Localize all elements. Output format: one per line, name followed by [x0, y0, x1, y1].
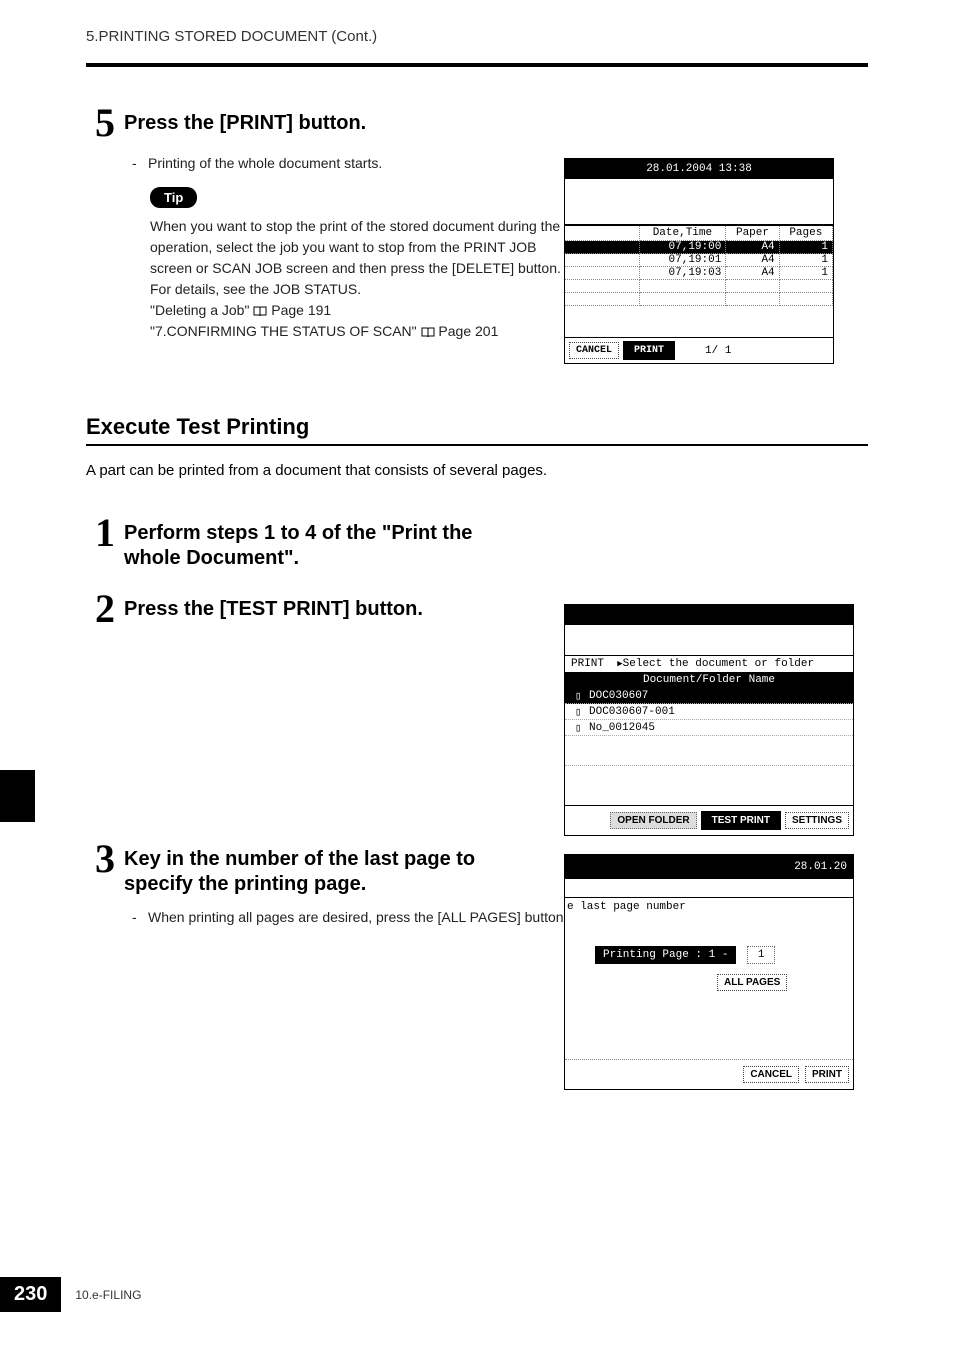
- cell-paper: A4: [726, 267, 779, 280]
- cell-dt: 07,19:03: [639, 267, 726, 280]
- tip-badge: Tip: [150, 187, 197, 208]
- step-number: 2: [86, 589, 124, 629]
- step-number: 3: [86, 839, 124, 879]
- table-row[interactable]: 07,19:03 A4 1: [565, 267, 833, 280]
- device-date: 28.01.20: [794, 861, 847, 873]
- device-prompt: PRINT ▶Select the document or folder: [565, 655, 853, 672]
- step-number: 5: [86, 103, 124, 143]
- page-indicator: 1/ 1: [705, 345, 731, 357]
- table-row: [565, 280, 833, 293]
- table-row: [565, 293, 833, 306]
- table-row[interactable]: 07,19:00 A4 1: [565, 241, 833, 254]
- cell-pages: 1: [779, 241, 832, 254]
- prompt-text: Select the document or folder: [623, 658, 814, 670]
- bullet-text: Printing of the whole document starts.: [148, 155, 382, 171]
- list-item[interactable]: ▯ DOC030607: [565, 688, 853, 704]
- chapter-label: 10.e-FILING: [75, 1288, 141, 1302]
- print-button[interactable]: PRINT: [805, 1066, 849, 1083]
- line-1: Key in the number of the last page to: [124, 848, 475, 870]
- test-print-button[interactable]: TEST PRINT: [701, 811, 781, 830]
- bullet-text: When printing all pages are desired, pre…: [148, 909, 567, 925]
- book-icon: [421, 323, 435, 344]
- step-number: 1: [86, 513, 124, 553]
- tip-paragraph: When you want to stop the print of the s…: [150, 216, 572, 300]
- ref-page: Page 201: [438, 323, 498, 339]
- page-footer: 230 10.e-FILING: [0, 1277, 141, 1312]
- section-title: Execute Test Printing: [86, 414, 868, 446]
- cell-pages: 1: [779, 267, 832, 280]
- document-icon: ▯: [571, 705, 585, 719]
- col-header: Document/Folder Name: [565, 672, 853, 688]
- printing-page-label: Printing Page : 1 -: [595, 946, 736, 964]
- list-item[interactable]: ▯ DOC030607-001: [565, 704, 853, 720]
- print-button[interactable]: PRINT: [623, 341, 675, 360]
- table-row[interactable]: 07,19:01 A4 1: [565, 254, 833, 267]
- device-hint: e last page number: [565, 897, 853, 916]
- col-paper: Paper: [726, 226, 779, 241]
- line-2: specify the printing page.: [124, 873, 366, 895]
- page-number: 230: [0, 1277, 61, 1312]
- col-datetime: Date,Time: [639, 226, 726, 241]
- printing-page-value[interactable]: 1: [747, 946, 776, 964]
- cancel-button[interactable]: CANCEL: [569, 342, 619, 359]
- step-5: 5 Press the [PRINT] button.: [86, 103, 868, 143]
- device-footer: OPEN FOLDER TEST PRINT SETTINGS: [565, 805, 853, 835]
- job-table: Date,Time Paper Pages 07,19:00 A4 1 07,1…: [565, 225, 833, 306]
- doc-name: DOC030607: [589, 690, 648, 702]
- doc-name: No_0012045: [589, 722, 655, 734]
- device-datetime: 28.01.2004 13:38: [565, 159, 833, 179]
- ref-text: "7.CONFIRMING THE STATUS OF SCAN": [150, 323, 417, 339]
- prompt-prefix: PRINT: [571, 658, 604, 670]
- tip-ref-2: "7.CONFIRMING THE STATUS OF SCAN" Page 2…: [150, 321, 572, 342]
- settings-button[interactable]: SETTINGS: [785, 812, 849, 829]
- ref-page: Page 191: [271, 302, 331, 318]
- bullet: -Printing of the whole document starts.: [150, 155, 572, 171]
- cell-paper: A4: [726, 254, 779, 267]
- cell-pages: 1: [779, 254, 832, 267]
- device-footer: CANCEL PRINT: [565, 1059, 853, 1089]
- doc-name: DOC030607-001: [589, 706, 675, 718]
- document-icon: ▯: [571, 721, 585, 735]
- line-1: Perform steps 1 to 4 of the "Print the: [124, 522, 472, 544]
- device-screen-print-list: 28.01.2004 13:38 Date,Time Paper Pages 0…: [564, 158, 834, 364]
- step-3-body: -When printing all pages are desired, pr…: [132, 909, 572, 925]
- step-title: Perform steps 1 to 4 of the "Print the w…: [124, 513, 472, 571]
- device-screen-test-print: 28.01.20 e last page number Printing Pag…: [564, 854, 854, 1090]
- bullet: -When printing all pages are desired, pr…: [150, 909, 572, 925]
- col-spacer: [565, 226, 639, 241]
- device-screen-doc-list: PRINT ▶Select the document or folder Doc…: [564, 604, 854, 836]
- header-rule: [86, 63, 868, 67]
- book-icon: [253, 302, 267, 323]
- col-pages: Pages: [779, 226, 832, 241]
- step-1: 1 Perform steps 1 to 4 of the "Print the…: [86, 513, 868, 571]
- step-5-body: -Printing of the whole document starts. …: [132, 155, 572, 342]
- cell-paper: A4: [726, 241, 779, 254]
- step-title: Key in the number of the last page to sp…: [124, 839, 475, 897]
- list-item[interactable]: ▯ No_0012045: [565, 720, 853, 736]
- device-header-band: 28.01.20: [565, 855, 853, 879]
- step-title: Press the [TEST PRINT] button.: [124, 589, 423, 622]
- line-2: whole Document".: [124, 547, 299, 569]
- all-pages-button[interactable]: ALL PAGES: [717, 974, 787, 991]
- running-header: 5.PRINTING STORED DOCUMENT (Cont.): [0, 0, 954, 45]
- cell-dt: 07,19:00: [639, 241, 726, 254]
- tip-ref-1: "Deleting a Job" Page 191: [150, 300, 572, 321]
- open-folder-button[interactable]: OPEN FOLDER: [610, 812, 696, 829]
- ref-text: "Deleting a Job": [150, 302, 249, 318]
- cancel-button[interactable]: CANCEL: [743, 1066, 799, 1083]
- device-header-band: [565, 605, 853, 625]
- document-icon: ▯: [571, 689, 585, 703]
- section-intro: A part can be printed from a document th…: [86, 462, 868, 479]
- device-footer: CANCEL PRINT 1/ 1: [565, 337, 833, 363]
- step-title: Press the [PRINT] button.: [124, 103, 366, 136]
- side-tab: [0, 770, 35, 822]
- list-item: [565, 736, 853, 766]
- cell-dt: 07,19:01: [639, 254, 726, 267]
